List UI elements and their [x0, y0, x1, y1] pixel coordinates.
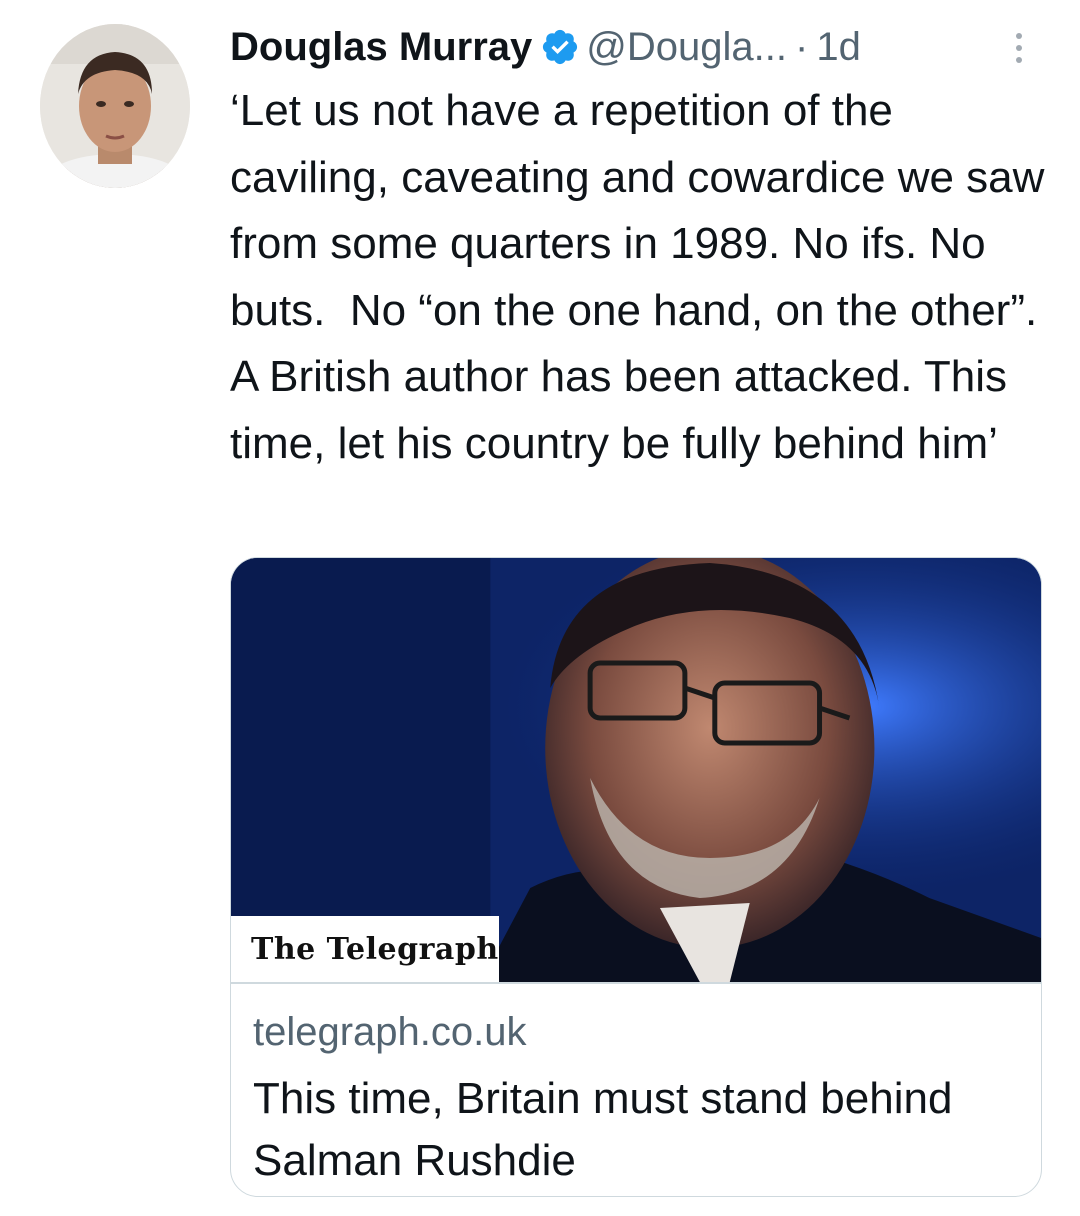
timestamp[interactable]: 1d	[816, 25, 861, 70]
separator-dot: ·	[795, 24, 809, 69]
author-handle[interactable]: @Dougla...	[586, 25, 787, 70]
more-options-icon[interactable]	[1004, 26, 1034, 70]
link-card-image: The Telegraph	[231, 558, 1041, 982]
verified-badge-icon	[540, 27, 580, 67]
tweet-text: ‘Let us not have a repetition of the cav…	[230, 86, 1057, 468]
link-card-domain: telegraph.co.uk	[253, 1010, 527, 1054]
card-divider	[231, 982, 1041, 984]
author-name[interactable]: Douglas Murray	[230, 25, 532, 70]
link-card[interactable]: The Telegraph telegraph.co.uk This time,…	[230, 557, 1042, 1197]
link-card-title: This time, Britain must stand behind Sal…	[253, 1074, 953, 1185]
tweet-header: Douglas Murray @Dougla... · 1d	[230, 22, 1040, 72]
avatar-image	[40, 24, 190, 188]
avatar[interactable]	[40, 24, 190, 188]
telegraph-logo: The Telegraph	[231, 916, 499, 982]
